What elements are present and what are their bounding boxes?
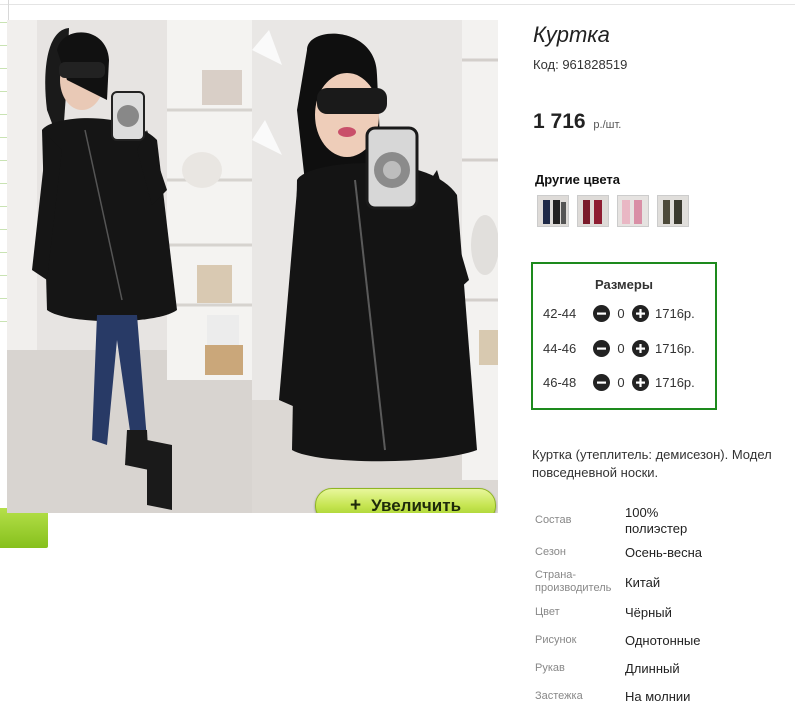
zoom-button[interactable]: + Увеличить xyxy=(315,488,496,513)
minus-icon[interactable] xyxy=(593,305,610,322)
spec-value-color: Чёрный xyxy=(625,605,672,620)
quantity-value[interactable]: 0 xyxy=(610,341,632,356)
plus-icon[interactable] xyxy=(632,305,649,322)
product-photo[interactable]: + Увеличить xyxy=(7,20,498,513)
spec-label-composition: Состав xyxy=(535,514,572,526)
spec-label-fastener: Застежка xyxy=(535,690,583,702)
spec-value-pattern: Однотонные xyxy=(625,633,701,648)
minus-icon[interactable] xyxy=(593,340,610,357)
price-unit: р./шт. xyxy=(593,119,622,131)
quantity-value[interactable]: 0 xyxy=(610,306,632,321)
quantity-value[interactable]: 0 xyxy=(610,375,632,390)
spec-label-pattern: Рисунок xyxy=(535,634,577,646)
sizes-panel: Размеры 42-44 0 1716р. 44-46 0 1716р. 46… xyxy=(531,262,717,410)
size-label: 46-48 xyxy=(543,375,577,390)
spec-label-season: Сезон xyxy=(535,546,566,558)
color-swatch-navy[interactable] xyxy=(537,195,569,227)
top-divider xyxy=(0,4,795,5)
spec-value-composition: 100% полиэстер xyxy=(625,505,687,537)
plus-icon[interactable] xyxy=(632,374,649,391)
spec-value-fastener: На молнии xyxy=(625,689,691,704)
minus-icon[interactable] xyxy=(593,374,610,391)
plus-icon[interactable] xyxy=(632,340,649,357)
price-value: 1 716 xyxy=(533,110,586,133)
product-code: Код: 961828519 xyxy=(533,57,628,72)
description-line: повседневной носки. xyxy=(532,465,659,480)
description-line: Куртка (утеплитель: демисезон). Модел xyxy=(532,447,772,462)
other-colors-title: Другие цвета xyxy=(535,172,620,187)
zoom-button-label: Увеличить xyxy=(371,495,462,514)
size-row: 44-46 0 1716р. xyxy=(543,340,695,357)
color-swatch-khaki[interactable] xyxy=(657,195,689,227)
color-swatch-burgundy[interactable] xyxy=(577,195,609,227)
spec-value-country: Китай xyxy=(625,575,661,590)
size-price: 1716р. xyxy=(655,341,695,356)
spec-label-line: Страна- xyxy=(535,569,577,581)
spec-value-line: полиэстер xyxy=(625,521,688,536)
left-green-tab[interactable] xyxy=(0,508,48,548)
spec-label-sleeve: Рукав xyxy=(535,662,565,674)
size-label: 44-46 xyxy=(543,341,577,356)
size-price: 1716р. xyxy=(655,306,695,321)
spec-value-season: Осень-весна xyxy=(625,545,703,560)
color-swatches xyxy=(537,195,689,227)
product-price: 1 716 р./шт. xyxy=(533,110,621,134)
size-row: 46-48 0 1716р. xyxy=(543,374,695,391)
spec-value-sleeve: Длинный xyxy=(625,661,680,676)
product-description: Куртка (утеплитель: демисезон). Модел по… xyxy=(532,446,795,482)
spec-label-color: Цвет xyxy=(535,606,560,618)
color-swatch-pink[interactable] xyxy=(617,195,649,227)
size-label: 42-44 xyxy=(543,306,577,321)
size-row: 42-44 0 1716р. xyxy=(543,305,695,322)
spec-label-country: Страна- производитель xyxy=(535,569,611,595)
sizes-title: Размеры xyxy=(595,277,653,292)
spec-label-line: производитель xyxy=(535,582,612,594)
spec-value-line: 100% xyxy=(625,505,659,520)
size-price: 1716р. xyxy=(655,375,695,390)
product-title: Куртка xyxy=(533,22,610,47)
plus-icon: + xyxy=(349,494,362,514)
